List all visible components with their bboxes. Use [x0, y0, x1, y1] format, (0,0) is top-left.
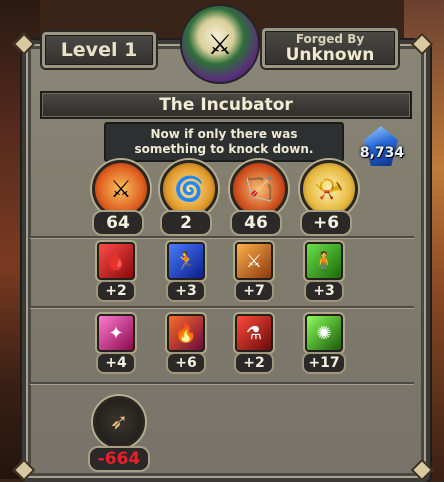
forged-by-plate: Forged By Unknown — [262, 28, 398, 68]
pink-burst-icon[interactable]: ✦ — [97, 314, 135, 352]
divider — [30, 306, 414, 308]
crossed-blades-icon[interactable]: ⚔ — [235, 242, 273, 280]
level-label: Level 1 — [60, 39, 138, 61]
ability-value: +3 — [166, 280, 206, 302]
blood-drop-icon[interactable]: 🩸 — [97, 242, 135, 280]
divider — [30, 382, 414, 384]
forged-by-name: Unknown — [285, 44, 375, 65]
ability-value: +2 — [96, 280, 136, 302]
stat-value: +6 — [300, 210, 352, 236]
hero-emblem: ⚔ — [180, 4, 260, 84]
level-plate: Level 1 — [42, 32, 156, 68]
description-line-1: Now if only there was — [150, 127, 298, 141]
running-figure-icon[interactable]: 🏃 — [167, 242, 205, 280]
arrow-icon[interactable]: ➶ — [93, 396, 145, 448]
forged-by-label: Forged By — [295, 31, 365, 46]
divider — [30, 236, 414, 238]
item-description: Now if only there was something to knock… — [104, 122, 344, 162]
hero-portrait-icon: ⚔ — [207, 27, 233, 61]
flame-strike-icon[interactable]: 🔥 — [167, 314, 205, 352]
stat-value: 46 — [230, 210, 282, 236]
item-title-bar: The Incubator — [40, 91, 412, 119]
ability-value: +3 — [304, 280, 344, 302]
stat-value: 2 — [160, 210, 212, 236]
ability-value: +2 — [234, 352, 274, 374]
potion-icon[interactable]: ⚗ — [235, 314, 273, 352]
gem-count: 8,734 — [359, 145, 405, 161]
ability-value: +7 — [234, 280, 274, 302]
penalty-value: -664 — [88, 446, 150, 472]
staff-figure-icon[interactable]: 🧍 — [305, 242, 343, 280]
stat-value: 64 — [92, 210, 144, 236]
ability-value: +17 — [302, 352, 346, 374]
description-line-2: something to knock down. — [134, 142, 314, 156]
item-name: The Incubator — [159, 95, 293, 115]
ability-value: +4 — [96, 352, 136, 374]
green-sparks-icon[interactable]: ✺ — [305, 314, 343, 352]
ability-value: +6 — [166, 352, 206, 374]
